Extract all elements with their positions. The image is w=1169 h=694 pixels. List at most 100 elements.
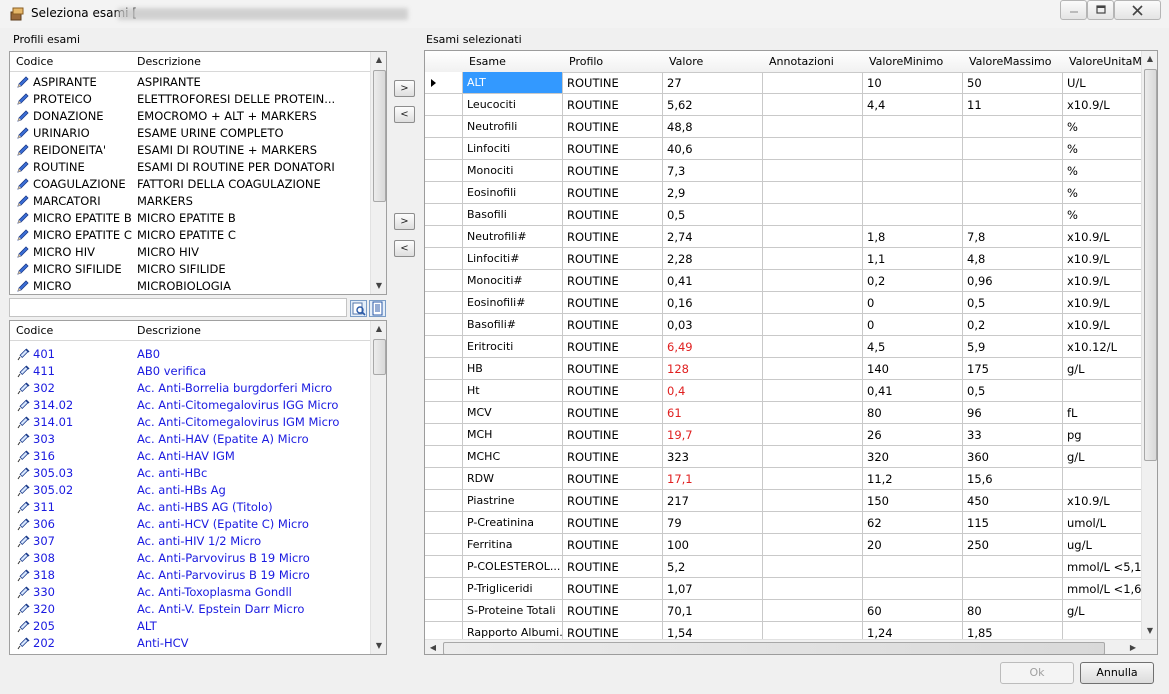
cell-unita-misura[interactable]: % [1063,116,1141,138]
exam-row[interactable]: 202 Anti-HCV [10,635,370,652]
profile-row[interactable]: MARCATORI MARKERS [10,193,370,210]
column-header-valore-minimo[interactable]: ValoreMinimo [863,51,970,73]
cell-valore[interactable]: 0,4 [663,380,763,402]
filter-button[interactable] [369,300,386,317]
cell-esame[interactable]: ALT [463,72,563,94]
cell-esame[interactable]: Ht [463,380,563,402]
cell-unita-misura[interactable]: x10.9/L [1063,314,1141,336]
cell-esame[interactable]: Basofili [463,204,563,226]
cell-valore-minimo[interactable] [863,578,963,600]
row-header[interactable] [425,402,463,424]
grid-row[interactable]: MCHC ROUTINE 323 320 360 g/L [425,446,1141,468]
cell-esame[interactable]: P-Creatinina [463,512,563,534]
cell-esame[interactable]: Eosinofili [463,182,563,204]
column-header-valore-massimo[interactable]: ValoreMassimo [963,51,1070,73]
cell-valore-massimo[interactable]: 0,5 [963,380,1063,402]
grid-row[interactable]: Eosinofili# ROUTINE 0,16 0 0,5 x10.9/L [425,292,1141,314]
remove-exam-button[interactable]: < [394,240,415,257]
cell-profilo[interactable]: ROUTINE [563,160,663,182]
exam-row[interactable]: 308 Ac. Anti-Parvovirus B 19 Micro [10,550,370,567]
cell-unita-misura[interactable] [1063,380,1141,402]
cell-profilo[interactable]: ROUTINE [563,204,663,226]
cell-unita-misura[interactable]: x10.9/L [1063,270,1141,292]
cell-esame[interactable]: Rapporto Albumi... [463,622,563,639]
cell-annotazioni[interactable] [763,336,863,358]
exam-row[interactable]: 320 Ac. Anti-V. Epstein Darr Micro [10,601,370,618]
profiles-list[interactable]: Codice Descrizione ASPIRANTE ASPIRANTE PRO… [9,51,387,295]
cell-profilo[interactable]: ROUTINE [563,424,663,446]
cancel-button[interactable]: Annulla [1080,662,1154,684]
cell-annotazioni[interactable] [763,490,863,512]
exam-row[interactable]: 330 Ac. Anti-Toxoplasma Gondll [10,584,370,601]
cell-unita-misura[interactable]: % [1063,160,1141,182]
row-header[interactable] [425,424,463,446]
row-header[interactable] [425,248,463,270]
cell-annotazioni[interactable] [763,160,863,182]
add-exam-button[interactable]: > [394,213,415,230]
ok-button[interactable]: Ok [1000,662,1074,684]
scroll-thumb[interactable] [373,70,386,202]
cell-annotazioni[interactable] [763,424,863,446]
row-header[interactable] [425,534,463,556]
cell-valore-minimo[interactable]: 1,24 [863,622,963,639]
cell-esame[interactable]: Eritrociti [463,336,563,358]
exam-row[interactable]: 305.03 Ac. anti-HBc [10,465,370,482]
cell-profilo[interactable]: ROUTINE [563,358,663,380]
cell-valore-minimo[interactable] [863,204,963,226]
cell-valore[interactable]: 5,2 [663,556,763,578]
cell-esame[interactable]: RDW [463,468,563,490]
cell-profilo[interactable]: ROUTINE [563,534,663,556]
cell-annotazioni[interactable] [763,248,863,270]
exam-row[interactable]: 311 Ac. anti-HBS AG (Titolo) [10,499,370,516]
grid-vertical-scrollbar[interactable]: ▲ ▼ [1141,51,1157,639]
column-header-annotazioni[interactable]: Annotazioni [763,51,870,73]
cell-valore-minimo[interactable]: 62 [863,512,963,534]
grid-row[interactable]: P-Trigliceridi ROUTINE 1,07 mmol/L <1,69 [425,578,1141,600]
cell-esame[interactable]: Eosinofili# [463,292,563,314]
cell-unita-misura[interactable]: umol/L [1063,512,1141,534]
scroll-up-arrow-icon[interactable]: ▲ [371,321,386,337]
cell-profilo[interactable]: ROUTINE [563,72,663,94]
profile-row[interactable]: DONAZIONE EMOCROMO + ALT + MARKERS [10,108,370,125]
profiles-header-code[interactable]: Codice [10,52,136,72]
cell-valore-minimo[interactable]: 11,2 [863,468,963,490]
cell-annotazioni[interactable] [763,138,863,160]
grid-row[interactable]: Eosinofili ROUTINE 2,9% [425,182,1141,204]
scroll-down-arrow-icon[interactable]: ▼ [1142,623,1157,639]
cell-annotazioni[interactable] [763,380,863,402]
cell-unita-misura[interactable]: % [1063,182,1141,204]
cell-unita-misura[interactable]: x10.9/L [1063,292,1141,314]
cell-profilo[interactable]: ROUTINE [563,622,663,639]
cell-annotazioni[interactable] [763,622,863,639]
scroll-thumb[interactable] [443,642,1105,654]
scroll-down-arrow-icon[interactable]: ▼ [371,278,386,294]
cell-valore[interactable]: 61 [663,402,763,424]
cell-esame[interactable]: Linfociti# [463,248,563,270]
cell-valore-minimo[interactable]: 4,5 [863,336,963,358]
maximize-button[interactable] [1087,0,1114,20]
cell-valore[interactable]: 0,41 [663,270,763,292]
grid-row[interactable]: MCV ROUTINE 61 80 96 fL [425,402,1141,424]
cell-valore-massimo[interactable]: 450 [963,490,1063,512]
cell-esame[interactable]: MCH [463,424,563,446]
grid-row[interactable]: P-COLESTEROL... ROUTINE 5,2 mmol/L <5,18 [425,556,1141,578]
row-header[interactable] [425,94,463,116]
row-header[interactable] [425,182,463,204]
cell-valore-massimo[interactable]: 360 [963,446,1063,468]
exam-row[interactable]: 303 Ac. Anti-HAV (Epatite A) Micro [10,431,370,448]
cell-valore[interactable]: 2,9 [663,182,763,204]
row-header[interactable] [425,116,463,138]
cell-profilo[interactable]: ROUTINE [563,314,663,336]
grid-row[interactable]: Neutrofili ROUTINE 48,8% [425,116,1141,138]
row-header[interactable] [425,358,463,380]
cell-unita-misura[interactable]: g/L [1063,446,1141,468]
cell-valore-massimo[interactable]: 7,8 [963,226,1063,248]
cell-profilo[interactable]: ROUTINE [563,600,663,622]
cell-annotazioni[interactable] [763,512,863,534]
cell-unita-misura[interactable]: mmol/L <5,18 [1063,556,1141,578]
grid-row[interactable]: MCH ROUTINE 19,7 26 33 pg [425,424,1141,446]
cell-annotazioni[interactable] [763,182,863,204]
remove-profile-button[interactable]: < [394,106,415,123]
exam-row[interactable]: 314.01 Ac. Anti-Citomegalovirus IGM Micro [10,414,370,431]
cell-annotazioni[interactable] [763,358,863,380]
